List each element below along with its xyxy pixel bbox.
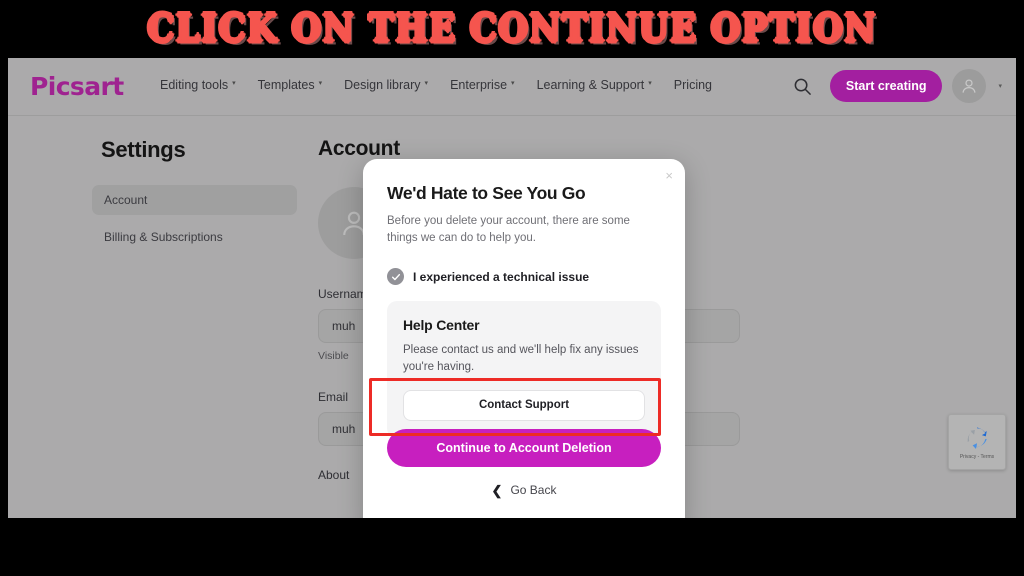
nav-item-design-library[interactable]: Design library ▾ (344, 78, 428, 92)
modal-title: We'd Hate to See You Go (387, 183, 586, 203)
main-navigation: Editing tools ▾ Templates ▾ Design libra… (160, 78, 712, 92)
reason-label: I experienced a technical issue (413, 269, 590, 284)
annotation-banner-text: CLICK ON THE CONTINUE OPTION (146, 6, 877, 52)
close-icon[interactable]: × (665, 169, 673, 182)
header-actions: Start creating ▾ (786, 69, 1002, 103)
nav-label: Design library (344, 78, 421, 92)
avatar-chevron-down-icon[interactable]: ▾ (998, 82, 1002, 90)
go-back-link[interactable]: ❮ Go Back (387, 483, 661, 497)
nav-label: Pricing (673, 78, 713, 92)
recaptcha-label[interactable]: Privacy - Terms (960, 454, 994, 460)
settings-sidebar: Settings Account Billing & Subscriptions (92, 137, 297, 259)
chevron-down-icon: ▾ (648, 79, 652, 87)
contact-support-button[interactable]: Contact Support (403, 389, 645, 421)
user-avatar[interactable] (952, 69, 987, 103)
check-circle-icon[interactable] (387, 268, 404, 286)
browser-viewport: Picsart Editing tools ▾ Templates ▾ Desi… (8, 58, 1016, 518)
user-avatar-icon (963, 79, 976, 93)
annotation-banner: CLICK ON THE CONTINUE OPTION (0, 0, 1024, 58)
reason-option-technical-issue[interactable]: I experienced a technical issue (387, 268, 661, 286)
modal-body: We'd Hate to See You Go Before you delet… (363, 159, 685, 438)
nav-item-templates[interactable]: Templates ▾ (258, 78, 323, 92)
account-deletion-modal: × We'd Hate to See You Go Before you del… (363, 159, 685, 518)
nav-label: Editing tools (160, 78, 229, 92)
nav-item-learning-support[interactable]: Learning & Support ▾ (537, 78, 652, 92)
email-value: muh (332, 422, 356, 436)
nav-label: Templates (257, 78, 315, 92)
help-center-text: Please contact us and we'll help fix any… (403, 344, 639, 374)
help-center-card: Help Center Please contact us and we'll … (387, 301, 661, 438)
recaptcha-icon (967, 426, 987, 449)
page-title: Settings (101, 137, 186, 162)
username-value: muh (332, 319, 356, 333)
modal-subtitle: Before you delete your account, there ar… (387, 215, 630, 244)
search-button[interactable] (786, 69, 820, 103)
recaptcha-badge[interactable]: Privacy - Terms (948, 414, 1006, 470)
continue-to-account-deletion-button[interactable]: Continue to Account Deletion (387, 429, 661, 467)
modal-footer: Continue to Account Deletion ❮ Go Back (363, 429, 685, 497)
go-back-label: Go Back (510, 483, 557, 497)
start-creating-button[interactable]: Start creating (829, 70, 943, 102)
chevron-down-icon: ▾ (511, 79, 515, 87)
sidebar-item-account[interactable]: Account (92, 185, 297, 215)
sidebar-item-billing-subscriptions[interactable]: Billing & Subscriptions (92, 222, 297, 252)
help-center-title: Help Center (403, 317, 480, 334)
sidebar-item-label: Account (104, 193, 148, 207)
nav-label: Enterprise (450, 78, 508, 92)
search-icon (795, 78, 812, 95)
site-header: Picsart Editing tools ▾ Templates ▾ Desi… (8, 58, 1016, 116)
picsart-logo[interactable]: Picsart (30, 72, 124, 101)
chevron-down-icon: ▾ (318, 79, 323, 87)
nav-item-editing-tools[interactable]: Editing tools ▾ (160, 78, 236, 92)
chevron-left-icon: ❮ (491, 482, 503, 498)
nav-item-enterprise[interactable]: Enterprise ▾ (450, 78, 515, 92)
content-heading: Account (318, 137, 400, 160)
sidebar-item-label: Billing & Subscriptions (104, 230, 223, 244)
chevron-down-icon: ▾ (232, 79, 236, 87)
checkmark-icon (391, 273, 400, 281)
nav-label: Learning & Support (536, 78, 645, 92)
nav-item-pricing[interactable]: Pricing (674, 78, 712, 92)
chevron-down-icon: ▾ (424, 79, 429, 87)
